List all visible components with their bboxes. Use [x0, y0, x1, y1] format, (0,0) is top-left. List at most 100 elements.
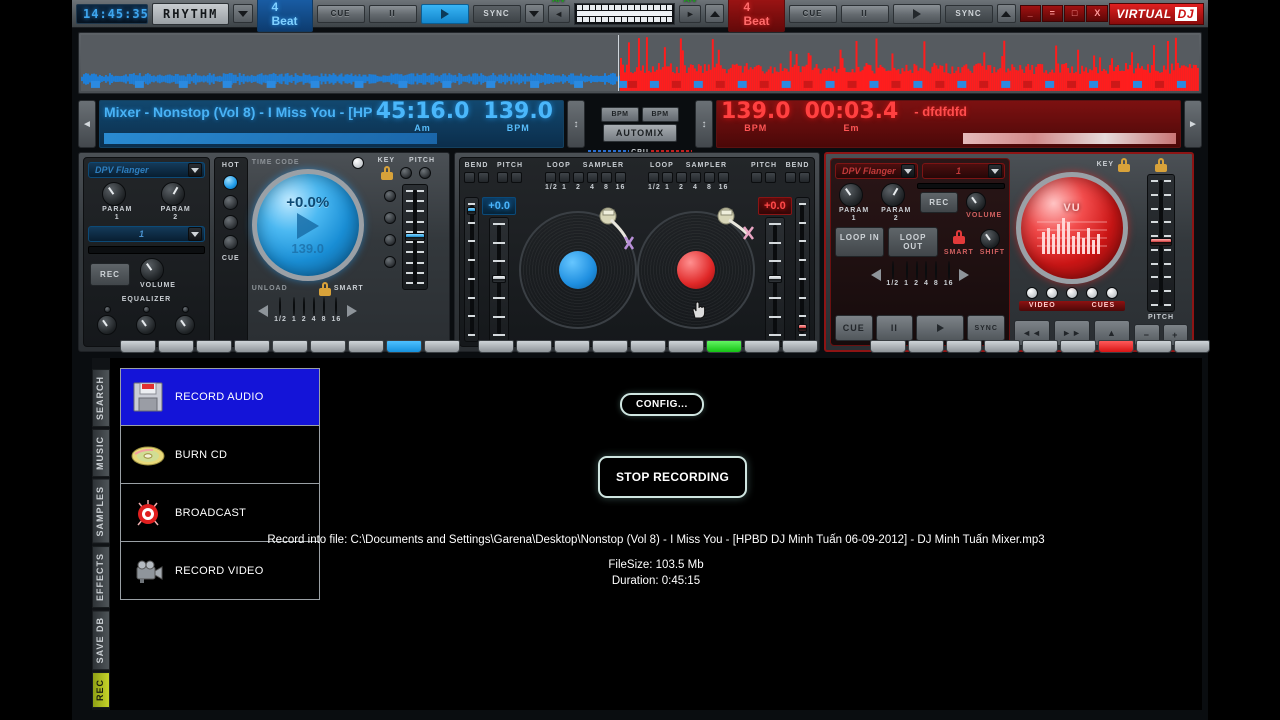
- bend-down-left[interactable]: [464, 172, 475, 184]
- deck-b-cue-led-2[interactable]: [1046, 287, 1058, 299]
- volume-knob[interactable]: [140, 258, 164, 283]
- deck-a-info[interactable]: Mixer - Nonstop (Vol 8) - I Miss You - […: [99, 100, 564, 148]
- deck-a-volume-fader[interactable]: [464, 197, 480, 342]
- loop-btn-2-b[interactable]: [915, 261, 918, 281]
- deck-a-jog-wheel[interactable]: +0.0% 139.0: [251, 169, 364, 281]
- waveform-playhead[interactable]: [617, 35, 619, 91]
- center-samp-r-3[interactable]: [718, 172, 729, 184]
- sidebar-tab-effects[interactable]: EFFECTS: [92, 545, 110, 608]
- deck-a-param2[interactable]: PARAM 2: [160, 182, 191, 222]
- bend-up-left[interactable]: [478, 172, 489, 184]
- deck-b-jog-wheel[interactable]: VU: [1016, 172, 1128, 284]
- strip-button-r4[interactable]: [984, 339, 1020, 353]
- av-left-icon[interactable]: ◄: [547, 4, 570, 23]
- sidebar-tab-savedb[interactable]: SAVE DB: [92, 609, 110, 670]
- strip-button-c9[interactable]: [782, 339, 818, 353]
- chevron-down-icon-4[interactable]: [988, 164, 1002, 178]
- deck-b-cue-led-4[interactable]: [1086, 287, 1098, 299]
- strip-button-c1[interactable]: [478, 339, 514, 353]
- strip-button-r8[interactable]: [1136, 339, 1172, 353]
- bpm-right-button[interactable]: BPM: [641, 106, 679, 122]
- chevron-down-icon-3[interactable]: [901, 164, 915, 178]
- window-maximize-button[interactable]: □: [1063, 5, 1086, 22]
- pitch-preset-1[interactable]: [384, 190, 397, 203]
- deck-b-cue-led-3[interactable]: [1066, 287, 1078, 299]
- strip-button-c5[interactable]: [630, 339, 666, 353]
- deck-b-pitch-fader[interactable]: [1147, 174, 1175, 312]
- bpm-left-button[interactable]: BPM: [601, 106, 639, 122]
- hotcue-2-button[interactable]: [223, 195, 239, 211]
- rhythm-dropdown-button[interactable]: [233, 4, 253, 23]
- strip-button-r9[interactable]: [1174, 339, 1210, 353]
- loop-btn-8-b[interactable]: [935, 261, 938, 281]
- pitch-down-right[interactable]: [751, 172, 762, 184]
- key-lock-icon-b[interactable]: [1118, 158, 1130, 172]
- sidebar-tab-search[interactable]: SEARCH: [92, 369, 110, 428]
- deck-a-sampler-select[interactable]: 1: [88, 226, 205, 243]
- pitch-lock-icon-b[interactable]: [1155, 158, 1167, 172]
- center-samp-l-1[interactable]: [587, 172, 598, 184]
- strip-button-c6[interactable]: [668, 339, 704, 353]
- loop-btn-16[interactable]: [335, 297, 338, 316]
- center-loop-r-3[interactable]: [676, 172, 687, 184]
- loop-next-icon[interactable]: [347, 305, 358, 318]
- strip-button-r1[interactable]: [870, 339, 906, 353]
- smart-lock-icon-b[interactable]: [952, 230, 965, 245]
- right-cue-button[interactable]: CUE: [788, 4, 837, 23]
- deck-b-volume-fader[interactable]: [794, 197, 810, 342]
- waveform-display[interactable]: [78, 32, 1202, 94]
- deck-b-rec-button[interactable]: REC: [920, 192, 959, 213]
- deck-b-effect-select[interactable]: DPV Flanger: [835, 163, 918, 179]
- deck-a-effect-select[interactable]: DPV Flanger: [88, 162, 205, 178]
- chevron-down-icon[interactable]: [187, 163, 202, 177]
- window-close-button[interactable]: X: [1086, 5, 1109, 22]
- waveform-canvas-wrap[interactable]: [81, 35, 1199, 91]
- eq-high-kill-led-icon[interactable]: [103, 306, 111, 314]
- record-audio-item[interactable]: RECORD AUDIO: [120, 368, 320, 426]
- deck-b-param2[interactable]: PARAM 2: [881, 183, 911, 223]
- strip-button-r2[interactable]: [908, 339, 944, 353]
- strip-button-c4[interactable]: [592, 339, 628, 353]
- hotcue-4-button[interactable]: [223, 235, 239, 251]
- volume-knob-b[interactable]: [966, 192, 987, 212]
- right-pause-button[interactable]: II: [840, 4, 889, 23]
- loop-btn-8[interactable]: [323, 297, 326, 316]
- deck-a-param1[interactable]: PARAM 1: [102, 182, 132, 222]
- center-loop-r-2[interactable]: [662, 172, 673, 184]
- param2-knob-b[interactable]: [881, 183, 906, 207]
- strip-button-c3[interactable]: [554, 339, 590, 353]
- deck-b-info[interactable]: 139.0 BPM 00:03.4 Em - dfdfdfd: [716, 100, 1181, 148]
- smart-lock-icon[interactable]: [318, 282, 331, 296]
- right-panel-expand-button[interactable]: [996, 4, 1016, 23]
- deck-a-volume[interactable]: VOLUME: [140, 258, 176, 290]
- right-av-control[interactable]: A/V ►: [679, 0, 702, 23]
- window-settings-button[interactable]: _: [1019, 5, 1041, 22]
- center-loop-l-1[interactable]: [545, 172, 556, 184]
- left-load-button[interactable]: ◄: [78, 100, 96, 148]
- strip-button-r7-active[interactable]: [1098, 339, 1134, 353]
- loop-next-icon-b[interactable]: [958, 269, 969, 282]
- deck-a-turntable[interactable]: [519, 207, 637, 329]
- config-button[interactable]: CONFIG...: [620, 393, 704, 416]
- center-loop-r-1[interactable]: [648, 172, 659, 184]
- strip-button-c2[interactable]: [516, 339, 552, 353]
- pitch-fader-handle[interactable]: [405, 232, 426, 241]
- left-pause-button[interactable]: II: [368, 4, 417, 23]
- automix-button[interactable]: AUTOMIX: [602, 123, 678, 142]
- eq-mid[interactable]: [136, 306, 157, 336]
- pitch-reset-button[interactable]: [419, 167, 432, 180]
- bend-down-right[interactable]: [785, 172, 796, 184]
- pitch-up-left[interactable]: [511, 172, 522, 184]
- eq-low-kill-led-icon[interactable]: [181, 306, 189, 314]
- loop-btn-2[interactable]: [303, 297, 306, 316]
- deck-a-pitch-fader[interactable]: [402, 184, 429, 291]
- strip-button-l1[interactable]: [120, 339, 156, 353]
- hotcue-1-button[interactable]: [223, 175, 239, 191]
- param1-knob-b[interactable]: [839, 183, 863, 207]
- left-play-button[interactable]: [420, 3, 469, 24]
- loop-prev-icon[interactable]: [258, 305, 269, 318]
- deck-b-overview-waveform[interactable]: [963, 133, 1176, 144]
- left-cue-button[interactable]: CUE: [316, 4, 365, 23]
- strip-button-c8[interactable]: [744, 339, 780, 353]
- center-samp-r-2[interactable]: [704, 172, 715, 184]
